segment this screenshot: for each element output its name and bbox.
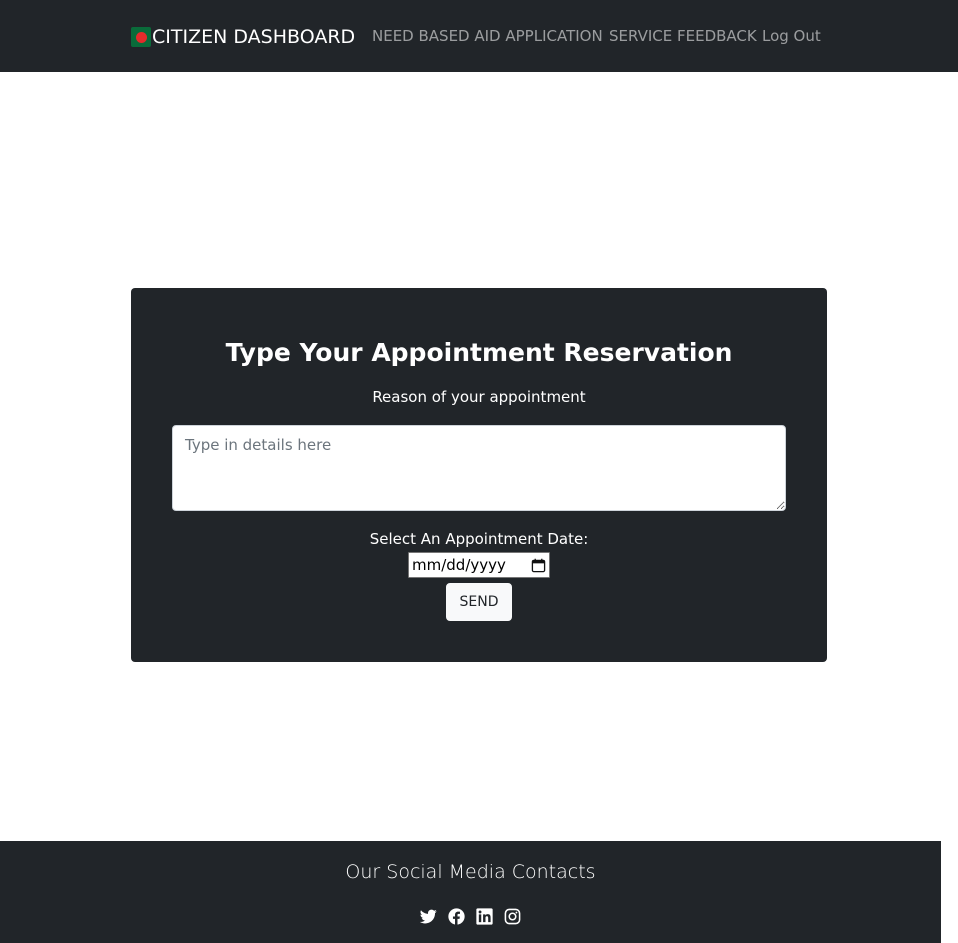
form-title: Type Your Appointment Reservation [225, 338, 733, 367]
instagram-icon[interactable] [504, 907, 522, 925]
appointment-form-card: Type Your Appointment Reservation Reason… [131, 288, 827, 662]
government-logo-icon [131, 27, 151, 47]
footer: Our Social Media Contacts [0, 841, 941, 943]
brand-label: CITIZEN DASHBOARD [152, 26, 356, 48]
nav-link-log-out[interactable]: Log Out [762, 27, 821, 45]
nav-link-need-based-aid[interactable]: NEED BASED AID APPLICATION [372, 27, 603, 45]
twitter-icon[interactable] [420, 907, 438, 925]
send-button[interactable]: SEND [446, 583, 512, 621]
linkedin-icon[interactable] [476, 907, 494, 925]
appointment-date-input[interactable]: mm/dd/yyyy [408, 552, 550, 578]
footer-title: Our Social Media Contacts [345, 861, 596, 883]
facebook-icon[interactable] [448, 907, 466, 925]
reason-label: Reason of your appointment [372, 388, 586, 406]
details-textarea[interactable] [172, 425, 786, 511]
date-value: mm/dd/yyyy [412, 556, 506, 574]
brand-link[interactable]: CITIZEN DASHBOARD [131, 24, 355, 50]
date-label: Select An Appointment Date: [369, 530, 589, 548]
social-links [0, 907, 941, 925]
nav-link-service-feedback[interactable]: SERVICE FEEDBACK [609, 27, 757, 45]
top-navbar: CITIZEN DASHBOARD NEED BASED AID APPLICA… [0, 0, 958, 72]
calendar-icon[interactable] [531, 558, 546, 573]
